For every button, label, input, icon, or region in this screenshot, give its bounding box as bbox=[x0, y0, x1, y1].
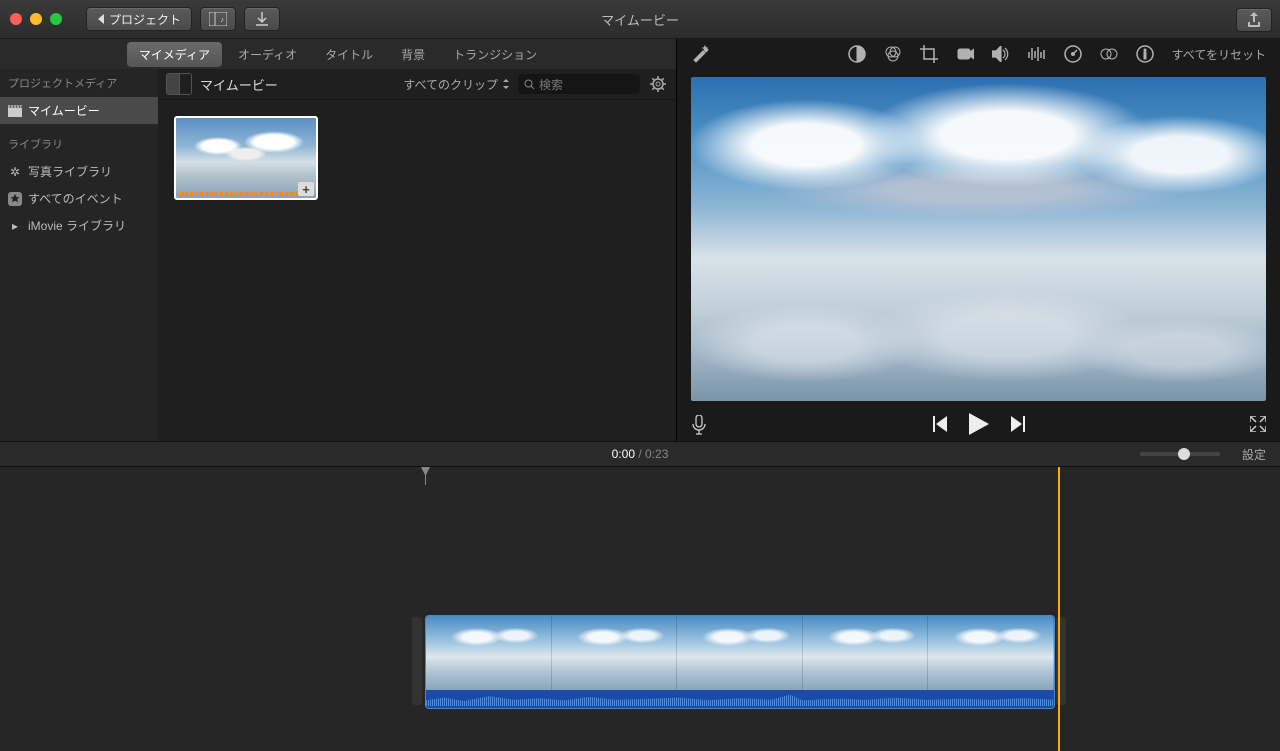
svg-text:♪: ♪ bbox=[220, 15, 224, 24]
sidebar-item-imovie-library[interactable]: ▸ iMovie ライブラリ bbox=[0, 212, 158, 239]
filter-button[interactable] bbox=[1100, 45, 1118, 63]
current-time: 0:00 bbox=[612, 447, 635, 461]
preview-viewer[interactable] bbox=[691, 77, 1266, 401]
adjustment-toolbar: すべてをリセット bbox=[677, 39, 1280, 69]
media-tabs: マイメディア オーディオ タイトル 背景 トランジション bbox=[0, 39, 676, 69]
enhance-button[interactable] bbox=[691, 45, 709, 63]
clip-trim-handle-left[interactable] bbox=[412, 617, 422, 705]
back-label: プロジェクト bbox=[109, 11, 181, 28]
clip-usage-bar bbox=[180, 192, 298, 196]
timecode: 0:00 / 0:23 bbox=[612, 447, 669, 461]
zoom-knob[interactable] bbox=[1178, 448, 1190, 460]
browser-settings-button[interactable] bbox=[648, 74, 668, 94]
clips-grid: + bbox=[158, 100, 676, 216]
playhead[interactable] bbox=[1058, 467, 1060, 751]
flower-icon: ✲ bbox=[8, 165, 22, 179]
tab-transitions[interactable]: トランジション bbox=[441, 42, 549, 67]
add-clip-button[interactable]: + bbox=[298, 182, 314, 196]
sidebar-item-label: すべてのイベント bbox=[28, 190, 123, 207]
gear-icon bbox=[650, 76, 666, 92]
sidebar-header-library: ライブラリ bbox=[0, 130, 158, 158]
tab-my-media[interactable]: マイメディア bbox=[127, 42, 222, 67]
media-clip[interactable]: + bbox=[174, 116, 318, 200]
tab-titles[interactable]: タイトル bbox=[313, 42, 385, 67]
sidebar-item-all-events[interactable]: すべてのイベント bbox=[0, 185, 158, 212]
volume-button[interactable] bbox=[992, 45, 1010, 63]
zoom-window[interactable] bbox=[50, 13, 62, 25]
clip-browser: マイムービー すべてのクリップ 検索 bbox=[158, 69, 676, 441]
prev-button[interactable] bbox=[931, 416, 947, 432]
timeline-info-bar: 0:00 / 0:23 設定 bbox=[0, 441, 1280, 467]
event-title: マイムービー bbox=[200, 75, 278, 94]
import-button[interactable] bbox=[244, 7, 280, 31]
viewer-panel: すべてをリセット bbox=[677, 39, 1280, 441]
sidebar-header-project-media: プロジェクトメディア bbox=[0, 69, 158, 97]
clapper-icon bbox=[8, 104, 22, 118]
sidebar-item-label: マイムービー bbox=[28, 102, 100, 119]
playback-controls bbox=[677, 407, 1280, 441]
reset-all-button[interactable]: すべてをリセット bbox=[1172, 46, 1266, 63]
share-button[interactable] bbox=[1236, 8, 1272, 32]
tab-backgrounds[interactable]: 背景 bbox=[389, 42, 437, 67]
timeline-clip[interactable] bbox=[425, 615, 1055, 709]
timeline-settings-button[interactable]: 設定 bbox=[1242, 446, 1266, 463]
crop-button[interactable] bbox=[920, 45, 938, 63]
clip-filmstrip bbox=[426, 616, 1054, 690]
search-icon bbox=[524, 79, 535, 90]
sidebar-item-label: iMovie ライブラリ bbox=[28, 217, 126, 234]
playhead-start-marker[interactable] bbox=[425, 467, 426, 485]
search-field[interactable]: 検索 bbox=[518, 74, 640, 94]
speed-button[interactable] bbox=[1064, 45, 1082, 63]
library-toggle-button[interactable]: ♪ bbox=[200, 7, 236, 31]
play-button[interactable] bbox=[969, 413, 989, 435]
next-button[interactable] bbox=[1011, 416, 1027, 432]
disclosure-right-icon: ▸ bbox=[8, 219, 22, 233]
minimize-window[interactable] bbox=[30, 13, 42, 25]
clip-audio-waveform[interactable] bbox=[426, 690, 1054, 708]
stabilization-button[interactable] bbox=[956, 45, 974, 63]
window-controls bbox=[10, 13, 62, 25]
star-icon bbox=[8, 192, 22, 206]
updown-icon bbox=[502, 79, 510, 89]
voiceover-button[interactable] bbox=[691, 415, 709, 433]
duration: 0:23 bbox=[645, 447, 668, 461]
sidebar-item-project[interactable]: マイムービー bbox=[0, 97, 158, 124]
search-placeholder: 検索 bbox=[539, 76, 563, 93]
clip-thumbnail bbox=[176, 126, 316, 166]
close-window[interactable] bbox=[10, 13, 22, 25]
sidebar-item-photos[interactable]: ✲ 写真ライブラリ bbox=[0, 158, 158, 185]
titlebar: プロジェクト ♪ マイムービー bbox=[0, 0, 1280, 39]
info-button[interactable] bbox=[1136, 45, 1154, 63]
sidebar-item-label: 写真ライブラリ bbox=[28, 163, 112, 180]
timeline[interactable] bbox=[0, 467, 1280, 751]
browser-toolbar: マイムービー すべてのクリップ 検索 bbox=[158, 69, 676, 100]
media-panel: マイメディア オーディオ タイトル 背景 トランジション プロジェクトメディア … bbox=[0, 39, 677, 441]
tab-audio[interactable]: オーディオ bbox=[226, 42, 309, 67]
zoom-slider[interactable] bbox=[1140, 452, 1220, 456]
back-projects-button[interactable]: プロジェクト bbox=[86, 7, 192, 31]
filter-label: すべてのクリップ bbox=[403, 76, 498, 93]
sidebar-toggle[interactable] bbox=[166, 73, 192, 95]
color-balance-button[interactable] bbox=[848, 45, 866, 63]
fullscreen-button[interactable] bbox=[1250, 416, 1266, 432]
color-correction-button[interactable] bbox=[884, 45, 902, 63]
noise-reduction-button[interactable] bbox=[1028, 45, 1046, 63]
clip-filter-dropdown[interactable]: すべてのクリップ bbox=[403, 76, 510, 93]
sidebar: プロジェクトメディア マイムービー ライブラリ ✲ 写真ライブラリ すべて bbox=[0, 69, 158, 441]
